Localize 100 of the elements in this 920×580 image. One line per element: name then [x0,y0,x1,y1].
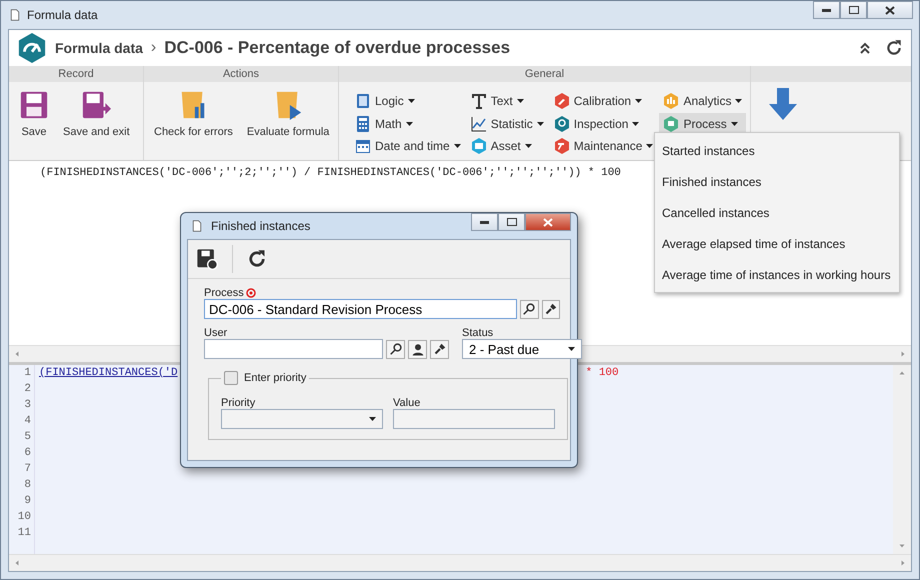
caret-icon [730,122,738,126]
line-number: 11 [16,526,31,541]
caret-icon [369,417,376,421]
caret-icon [536,122,544,126]
calculator-icon [355,116,371,132]
scroll-up-icon [898,369,906,377]
maximize-button[interactable] [840,1,867,19]
page-title: DC-006 - Percentage of overdue processes [164,38,510,58]
person-icon [412,342,424,356]
line-number: 5 [23,430,31,445]
group-header: Record [9,66,143,82]
ribbon-menu-button[interactable]: Logic [351,90,465,112]
maximize-icon [506,218,516,226]
line-number: 7 [23,462,31,477]
close-icon [885,6,895,14]
document-icon [191,219,203,233]
ribbon-menu-button[interactable]: Process [659,112,746,135]
ribbon-menu-button[interactable]: Asset [466,135,548,158]
scroll-left-icon [13,350,21,358]
ribbon-menu-button[interactable]: Text [466,90,548,112]
line-chart-icon [470,116,487,132]
line-number: 8 [23,478,31,493]
dialog-title: Finished instances [211,219,310,233]
line-number: 1 [23,366,31,381]
process-field[interactable]: DC-006 - Standard Revision Process [204,299,518,319]
caret-icon [568,347,575,351]
caret-icon [408,99,415,103]
scroll-right-icon [899,350,907,358]
caret-icon [635,99,642,103]
window-title: Formula data [27,8,98,22]
ribbon-menu-button[interactable]: Inspection [550,112,658,135]
minimize-button[interactable] [813,1,840,19]
menu-item[interactable]: Started instances [655,135,899,166]
minimize-icon [822,8,831,12]
maximize-button[interactable] [498,213,525,231]
ribbon-menu-button[interactable]: Math [351,112,465,135]
search-button[interactable] [386,340,405,358]
refresh-icon[interactable] [885,39,903,57]
minimize-button[interactable] [471,213,498,231]
text-icon [470,93,487,109]
formula-text: (FINISHEDINSTANCES('DC-006';'';2;'';'') / FINISHEDINSTANCES('DC-006';'';'';'';'')) * 100 [40,167,621,179]
document-icon [9,8,21,22]
ribbon-button[interactable]: Save [15,88,53,160]
brush-icon [434,343,446,355]
user-field[interactable] [204,339,383,359]
caret-icon [632,122,640,126]
collapse-icon[interactable] [859,42,871,54]
caret-icon [524,144,532,148]
menu-item[interactable]: Cancelled instances [655,197,899,228]
code-text: (FINISHEDINSTANCES('D [39,367,178,379]
bar-chart-icon [663,93,680,109]
ribbon-button[interactable]: Check for errors [150,88,237,160]
clear-button[interactable] [430,340,449,358]
code-text: * 100 [586,367,619,379]
field-label: Value [393,397,420,409]
value-field[interactable] [393,409,555,429]
checkbox[interactable] [224,371,238,385]
ribbon-menu-button[interactable]: Calibration [550,90,658,112]
close-button[interactable] [867,1,913,19]
logo-icon [17,33,47,63]
line-number: 6 [23,446,31,461]
field-label: Status [462,327,494,339]
refresh-icon[interactable] [247,249,267,269]
ribbon-menu-button[interactable]: Date and time [351,135,465,158]
brush-icon [544,303,557,315]
group-header: Actions [144,66,338,82]
scroll-down-icon [898,542,906,550]
group-header: General [339,66,750,82]
save-close-icon[interactable] [196,248,218,270]
caret-icon [406,122,413,126]
caret-icon [454,144,461,148]
caret-icon [646,144,654,148]
close-button[interactable] [525,213,571,231]
floppy-disk-arrow-icon [81,90,112,120]
menu-item[interactable]: Finished instances [655,166,899,197]
ribbon-menu-button[interactable]: Maintenance [550,135,658,158]
calendar-icon [355,138,371,154]
maximize-icon [848,6,858,14]
menu-item[interactable]: Average elapsed time of instances [655,228,899,259]
line-number: 3 [23,398,31,413]
field-label: Process [204,287,244,299]
ribbon-button[interactable]: Evaluate formula [242,88,334,160]
field-label: User [204,327,228,339]
breadcrumb-separator: › [150,39,156,57]
checkbox-label: Enter priority [244,372,306,384]
scroll-left-icon [13,559,21,567]
status-dropdown[interactable]: 2 - Past due [462,339,582,359]
close-icon [543,218,553,226]
ribbon-menu-button[interactable]: Analytics [659,90,746,112]
line-number: 2 [23,382,31,397]
clear-button[interactable] [542,300,560,318]
breadcrumb-link[interactable]: Formula data [55,40,143,56]
field-label: Priority [221,397,256,409]
ribbon-menu-button[interactable]: Statistic [466,112,548,135]
menu-item[interactable]: Average time of instances in working hours [655,259,899,290]
ribbon-button[interactable]: Save and exit [59,88,134,160]
user-button[interactable] [408,340,427,358]
book-icon [355,93,371,109]
caret-icon [735,99,742,103]
search-button[interactable] [520,300,539,318]
